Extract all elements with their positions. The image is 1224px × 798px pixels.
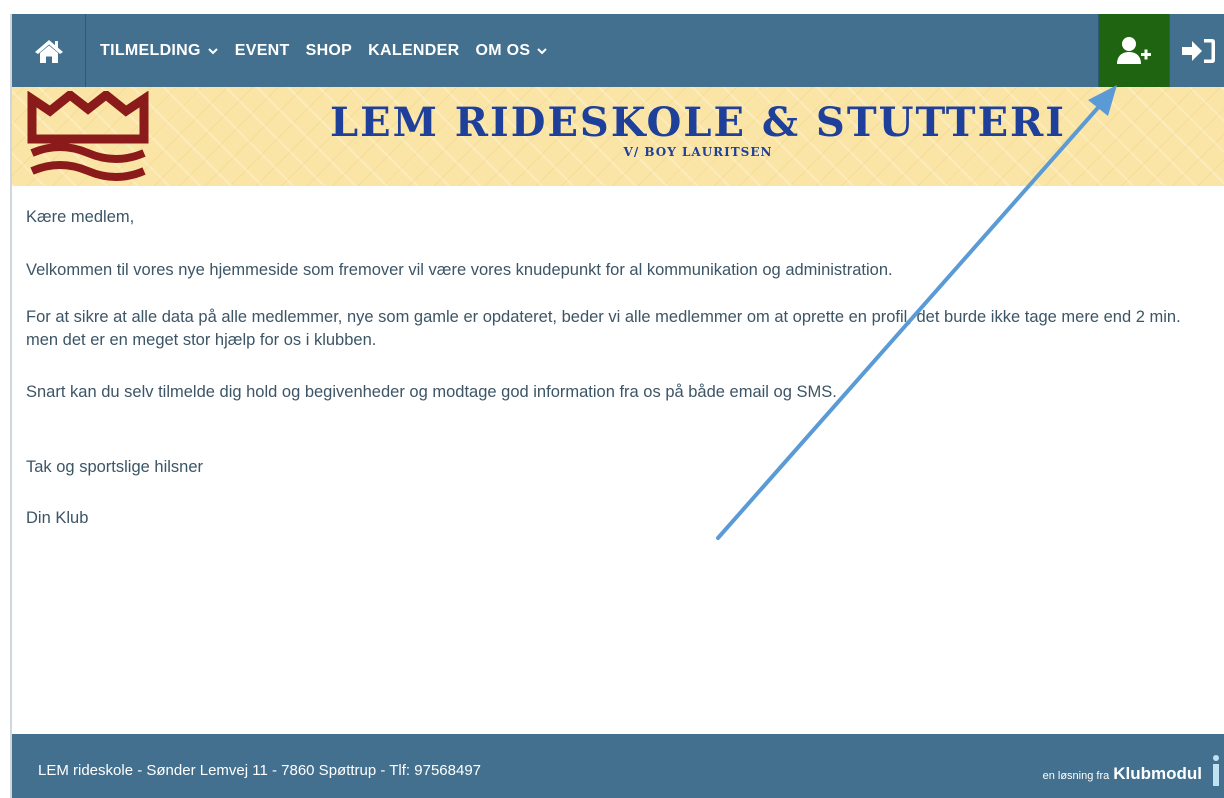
profile-request-text: For at sikre at alle data på alle medlem… — [26, 308, 1181, 349]
nav-item-label: EVENT — [234, 41, 290, 59]
greeting-text: Kære medlem, — [26, 208, 135, 226]
nav-item-label: OM OS — [475, 41, 531, 59]
klubmodul-logo-icon — [1213, 755, 1219, 786]
footer: LEM rideskole - Sønder Lemvej 11 - 7860 … — [12, 734, 1224, 798]
banner-subtitle: V/ BOY LAURITSEN — [623, 145, 773, 159]
footer-address: LEM rideskole - Sønder Lemvej 11 - 7860 … — [38, 762, 482, 779]
nav-item-label: KALENDER — [368, 41, 460, 59]
home-button[interactable] — [12, 14, 86, 87]
nav-item-label: TILMELDING — [100, 41, 201, 59]
closing-text: Tak og sportslige hilsner — [26, 458, 204, 476]
nav-item-shop[interactable]: SHOP — [306, 42, 353, 60]
nav-item-label: SHOP — [305, 41, 353, 59]
main-navbar: TILMELDING EVENT SHOP KALENDER OM OS — [12, 14, 1224, 87]
banner-title: LEM RIDESKOLE & STUTTERI — [329, 99, 1067, 146]
nav-item-kalender[interactable]: KALENDER — [368, 42, 459, 60]
page: TILMELDING EVENT SHOP KALENDER OM OS LEM… — [0, 0, 1224, 798]
nav-item-event[interactable]: EVENT — [235, 42, 290, 60]
login-button[interactable] — [1172, 14, 1224, 87]
signup-info-text: Snart kan du selv tilmelde dig hold og b… — [26, 383, 837, 401]
footer-credit[interactable]: en løsning fra Klubmodul — [1043, 764, 1202, 784]
header-banner: LEM RIDESKOLE & STUTTERI V/ BOY LAURITSE… — [12, 87, 1224, 186]
footer-credit-brand: Klubmodul — [1113, 764, 1202, 783]
chevron-down-icon — [537, 47, 548, 54]
signup-button[interactable] — [1098, 14, 1170, 87]
sign-in-icon — [1182, 38, 1215, 63]
crown-logo — [27, 91, 149, 181]
welcome-text: Velkommen til vores nye hjemmeside som f… — [26, 261, 893, 279]
nav-item-om-os[interactable]: OM OS — [475, 42, 548, 60]
chevron-down-icon — [208, 47, 218, 54]
signature-text: Din Klub — [26, 509, 89, 527]
home-icon — [34, 39, 63, 63]
user-plus-icon — [1117, 36, 1151, 64]
nav-item-tilmelding[interactable]: TILMELDING — [100, 42, 219, 60]
footer-credit-prefix: en løsning fra — [1042, 770, 1110, 782]
